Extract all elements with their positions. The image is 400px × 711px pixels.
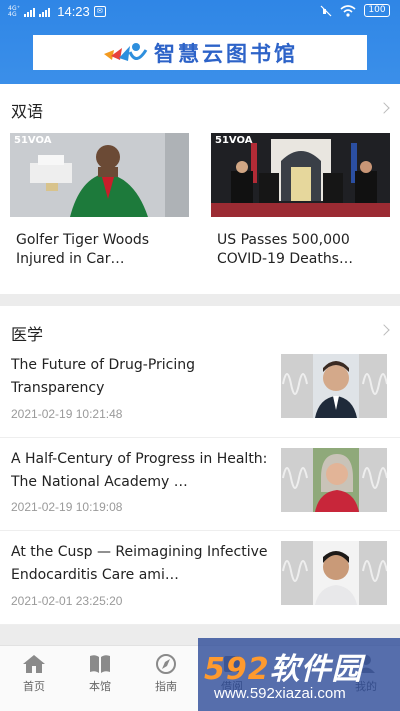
wifi-icon	[340, 4, 356, 17]
article-date: 2021-02-19 10:19:08	[11, 500, 123, 514]
article-date: 2021-02-19 10:21:48	[11, 407, 123, 421]
badge-text: 51VOA	[14, 135, 52, 146]
mute-icon	[320, 5, 332, 16]
article-title: At the Cusp — Reimagining Infective Endo…	[11, 544, 268, 583]
card-thumbnail: 51VOA	[10, 133, 189, 217]
tab-label: 指南	[155, 680, 177, 693]
chevron-right-icon[interactable]	[378, 102, 390, 114]
section-title-medicine: 医学	[11, 325, 44, 344]
signal-icon	[24, 7, 36, 17]
notification-icon: ✉	[93, 6, 106, 17]
compass-icon	[156, 654, 176, 674]
card-thumbnail: 51VOA	[211, 133, 390, 217]
app-banner: 智慧云图书馆	[33, 35, 367, 70]
medicine-section-header: 医学	[0, 306, 400, 349]
article-title: The Future of Drug-Pricing Transparency	[11, 357, 196, 396]
watermark-logo: 592软件园	[204, 652, 363, 687]
tab-library[interactable]: 本馆	[74, 654, 126, 694]
chevron-right-icon[interactable]	[378, 324, 390, 336]
section-title-bilingual: 双语	[11, 102, 44, 121]
article-thumbnail	[281, 541, 387, 605]
tab-guide[interactable]: 指南	[140, 654, 192, 694]
status-bar: 4G⁺ 4G 14:23 ✉ 100	[0, 4, 400, 22]
app-title: 智慧云图书馆	[154, 40, 298, 66]
book-icon	[90, 655, 110, 673]
article-list-item[interactable]: At the Cusp — Reimagining Infective Endo…	[0, 531, 400, 624]
divider	[0, 624, 400, 625]
article-thumbnail	[281, 354, 387, 418]
card-title: Golfer Tiger Woods Injured in Car…	[16, 232, 150, 267]
battery-indicator: 100	[364, 4, 390, 17]
library-logo-icon	[102, 40, 148, 66]
site-watermark: 592软件园 www.592xiazai.com	[198, 638, 400, 711]
tab-label: 本馆	[89, 680, 111, 693]
article-list-item[interactable]: A Half-Century of Progress in Health: Th…	[0, 438, 400, 531]
status-time: 14:23	[57, 4, 90, 19]
watermark-url: www.592xiazai.com	[214, 685, 346, 702]
tab-home[interactable]: 首页	[8, 654, 60, 694]
badge-text: 51VOA	[215, 135, 253, 146]
bilingual-section: 双语 51VOA Golfer Tiger Woods Injured in C…	[0, 84, 400, 294]
network-indicator: 4G⁺ 4G	[8, 4, 21, 18]
article-title: A Half-Century of Progress in Health: Th…	[11, 451, 268, 490]
article-date: 2021-02-01 23:25:20	[11, 594, 123, 608]
tab-label: 首页	[23, 680, 45, 693]
card-title: US Passes 500,000 COVID-19 Deaths…	[217, 232, 353, 267]
signal-icon-2	[39, 7, 51, 17]
article-list-item[interactable]: The Future of Drug-Pricing Transparency …	[0, 344, 400, 437]
home-icon	[23, 655, 45, 673]
article-thumbnail	[281, 448, 387, 512]
bilingual-card[interactable]: 51VOA Golfer Tiger Woods Injured in Car…	[10, 133, 189, 269]
app-header: 4G⁺ 4G 14:23 ✉ 100 智慧云图书馆	[0, 0, 400, 84]
bilingual-card[interactable]: 51VOA US Passes 500,000 COVID-19 Deaths…	[211, 133, 390, 269]
